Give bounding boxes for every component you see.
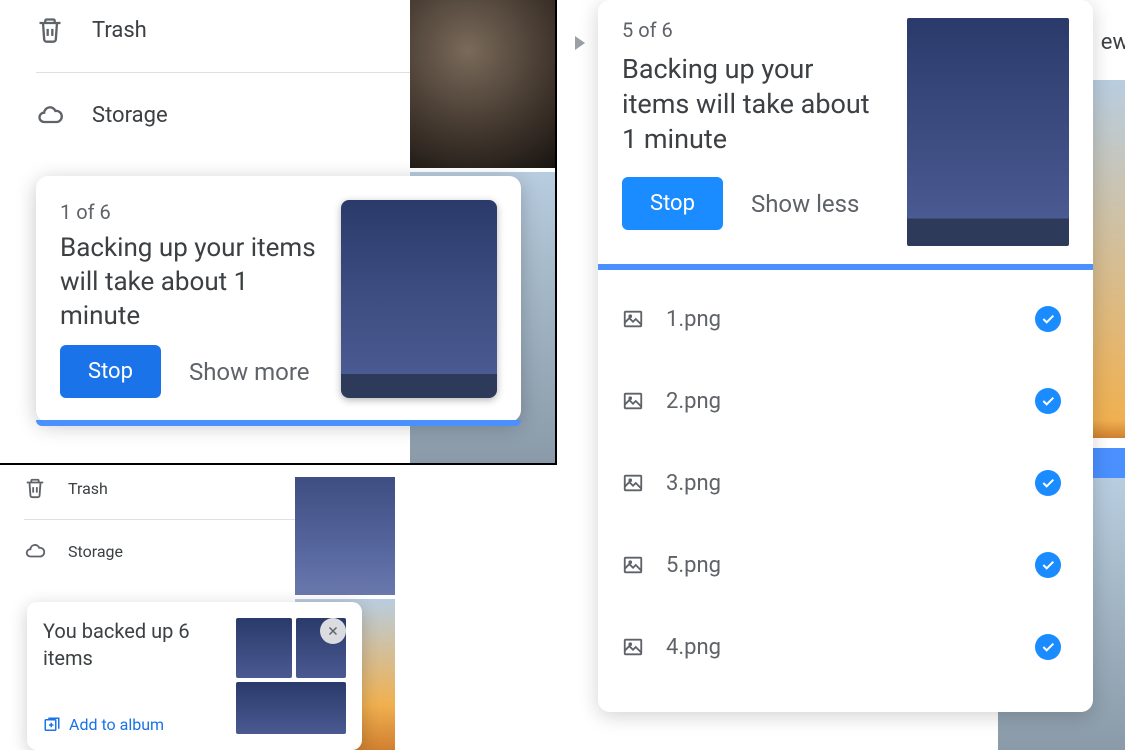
- sidebar-item-label: Storage: [68, 542, 123, 561]
- sidebar-item-label: Trash: [68, 479, 108, 498]
- add-to-album-link[interactable]: Add to album: [43, 715, 222, 734]
- panel-backup-start: Trash Storage 1 of 6 Backing up your ite…: [0, 0, 557, 465]
- backup-file-row: 4.png: [598, 606, 1085, 688]
- backup-message: Backing up your items will take about 1 …: [622, 52, 887, 157]
- photo-thumbnail: [236, 682, 346, 734]
- trash-icon: [24, 477, 46, 499]
- stop-button[interactable]: Stop: [622, 177, 723, 230]
- backup-file-list[interactable]: 1.png 2.png 3.png 5.png 4.png: [598, 270, 1093, 712]
- cloud-icon: [36, 101, 64, 129]
- check-icon: [1035, 552, 1061, 578]
- sidebar-item-label: Trash: [92, 18, 147, 43]
- check-icon: [1035, 634, 1061, 660]
- sidebar-item-label: Storage: [92, 103, 168, 128]
- photo-thumbnail[interactable]: [410, 0, 555, 168]
- backup-complete-toast: You backed up 6 items Add to album: [27, 602, 362, 750]
- backup-file-name: 5.png: [666, 553, 1013, 578]
- panel-backup-expanded: ew 5 of 6 Backing up your items will tak…: [560, 0, 1125, 750]
- photo-thumbnail[interactable]: [295, 477, 395, 595]
- cloud-icon: [24, 540, 46, 562]
- backup-file-name: 1.png: [666, 307, 1013, 332]
- image-icon: [622, 554, 644, 576]
- check-icon: [1035, 470, 1061, 496]
- check-icon: [1035, 388, 1061, 414]
- stop-button[interactable]: Stop: [60, 345, 161, 398]
- backup-progress-count: 1 of 6: [60, 200, 321, 224]
- backup-complete-message: You backed up 6 items: [43, 618, 222, 672]
- image-icon: [622, 390, 644, 412]
- backup-file-row: 1.png: [598, 278, 1085, 360]
- backup-complete-thumbnails: [236, 618, 346, 734]
- photo-thumbnail: [236, 618, 292, 678]
- backup-preview-thumbnail: [907, 18, 1069, 246]
- caret-right-icon: [575, 36, 585, 50]
- backup-file-row: 3.png: [598, 442, 1085, 524]
- backup-progress-bar: [36, 420, 521, 426]
- backup-preview-thumbnail: [341, 200, 497, 398]
- backup-toast-expanded: 5 of 6 Backing up your items will take a…: [598, 0, 1093, 712]
- show-more-link[interactable]: Show more: [189, 358, 310, 386]
- backup-progress-count: 5 of 6: [622, 18, 887, 42]
- partial-text: ew: [1101, 30, 1125, 55]
- backup-file-name: 4.png: [666, 635, 1013, 660]
- check-icon: [1035, 306, 1061, 332]
- panel-backup-complete: Trash Storage You backed up 6 items Add …: [0, 467, 395, 750]
- close-button[interactable]: [320, 618, 346, 644]
- image-icon: [622, 308, 644, 330]
- trash-icon: [36, 16, 64, 44]
- backup-toast: 1 of 6 Backing up your items will take a…: [36, 176, 521, 422]
- backup-file-name: 3.png: [666, 471, 1013, 496]
- image-icon: [622, 472, 644, 494]
- backup-message: Backing up your items will take about 1 …: [60, 232, 321, 333]
- photo-thumbnail[interactable]: [1093, 80, 1125, 438]
- backup-file-row: 5.png: [598, 524, 1085, 606]
- add-to-album-label: Add to album: [69, 715, 164, 734]
- image-icon: [622, 636, 644, 658]
- show-less-link[interactable]: Show less: [751, 190, 859, 218]
- backup-file-row: 2.png: [598, 360, 1085, 442]
- backup-file-name: 2.png: [666, 389, 1013, 414]
